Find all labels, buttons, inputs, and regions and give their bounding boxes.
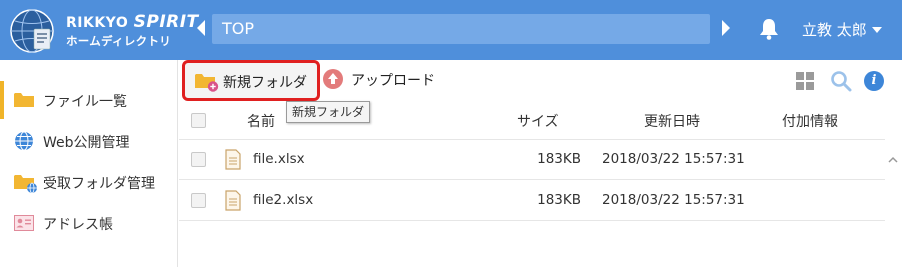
table-row[interactable]: file2.xlsx 183KB 2018/03/22 15:57:31: [179, 181, 885, 221]
upload-icon: [323, 69, 343, 89]
shared-folder-icon: [14, 175, 37, 193]
row-checkbox[interactable]: [191, 152, 206, 167]
logo-subtitle: ホームディレクトリ: [66, 34, 172, 48]
sidebar: ファイル一覧 Web公開管理 受取フォルダ管理 アドレス帳: [0, 60, 178, 267]
logo-title: RIKKYO SPIRIT: [66, 12, 199, 32]
sidebar-item-file-list[interactable]: ファイル一覧: [0, 81, 178, 119]
upload-button[interactable]: アップロード: [323, 68, 453, 94]
search-icon[interactable]: [830, 70, 852, 92]
address-book-icon: [14, 215, 34, 231]
toolbar: 新規フォルダ アップロード i: [179, 60, 902, 101]
file-size: 183KB: [537, 151, 581, 167]
new-folder-icon: [195, 74, 219, 92]
globe-icon: [15, 131, 33, 151]
folder-icon: [14, 93, 34, 107]
forward-arrow-icon[interactable]: [722, 20, 730, 36]
logo-brand: SPIRIT: [133, 12, 199, 32]
sidebar-item-label: 受取フォルダ管理: [43, 176, 155, 192]
column-header-size[interactable]: サイズ: [517, 111, 559, 131]
column-header-name[interactable]: 名前: [247, 111, 275, 131]
file-modified: 2018/03/22 15:57:31: [602, 192, 745, 208]
sidebar-item-label: アドレス帳: [43, 217, 113, 233]
chevron-down-icon[interactable]: [872, 27, 882, 33]
file-name[interactable]: file2.xlsx: [253, 192, 313, 208]
column-header-extra[interactable]: 付加情報: [782, 111, 838, 131]
sidebar-item-label: Web公開管理: [43, 135, 130, 151]
column-header-modified[interactable]: 更新日時: [644, 111, 700, 131]
file-icon: [225, 190, 241, 211]
chevron-up-icon[interactable]: [888, 155, 898, 165]
file-name[interactable]: file.xlsx: [253, 151, 305, 167]
sidebar-item-receive-folder[interactable]: 受取フォルダ管理: [0, 163, 178, 201]
tooltip: 新規フォルダ: [286, 101, 371, 123]
sidebar-item-label: ファイル一覧: [43, 94, 127, 110]
sidebar-item-web-publish[interactable]: Web公開管理: [0, 122, 178, 160]
app-header: RIKKYO SPIRIT ホームディレクトリ TOP 立教 太郎: [0, 0, 902, 60]
info-icon[interactable]: i: [864, 71, 884, 91]
bell-icon[interactable]: [759, 18, 779, 40]
file-modified: 2018/03/22 15:57:31: [602, 151, 745, 167]
logo-globe-icon: [10, 9, 54, 53]
file-icon: [225, 149, 241, 170]
user-menu-name[interactable]: 立教 太郎: [802, 19, 867, 40]
new-folder-button[interactable]: 新規フォルダ: [182, 60, 320, 101]
table-row[interactable]: file.xlsx 183KB 2018/03/22 15:57:31: [179, 140, 885, 180]
logo-prefix: RIKKYO: [66, 15, 134, 31]
sidebar-item-address-book[interactable]: アドレス帳: [0, 204, 178, 242]
breadcrumb-path: TOP: [222, 19, 255, 38]
select-all-checkbox[interactable]: [191, 113, 206, 128]
grid-view-icon[interactable]: [796, 72, 814, 90]
file-table: 名前 サイズ 更新日時 付加情報 file.xlsx 183KB 2018/03…: [179, 101, 885, 267]
breadcrumb[interactable]: TOP: [212, 14, 710, 44]
upload-label: アップロード: [351, 73, 435, 89]
new-folder-label: 新規フォルダ: [223, 75, 307, 91]
row-checkbox[interactable]: [191, 193, 206, 208]
back-arrow-icon[interactable]: [197, 20, 205, 36]
scrollbar[interactable]: [885, 140, 902, 267]
file-size: 183KB: [537, 192, 581, 208]
table-header: 名前 サイズ 更新日時 付加情報: [179, 101, 885, 140]
